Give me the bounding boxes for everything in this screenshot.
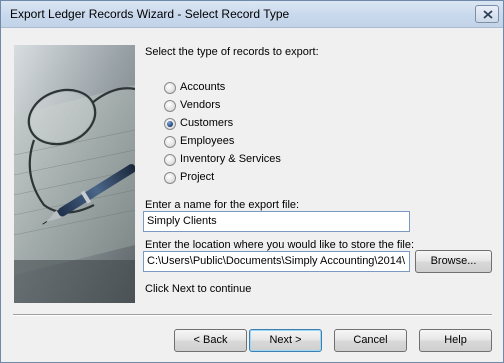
back-button[interactable]: < Back [174,329,247,352]
next-button[interactable]: Next > [249,329,322,352]
file-name-input[interactable]: Simply Clients [143,211,410,232]
radio-label: Accounts [180,81,226,93]
window-title: Export Ledger Records Wizard - Select Re… [10,7,290,21]
browse-button[interactable]: Browse... [415,250,492,273]
close-icon [483,10,493,19]
close-button[interactable] [475,5,499,23]
radio-label: Employees [180,135,235,147]
help-button[interactable]: Help [419,329,492,352]
radio-label: Inventory & Services [180,153,281,165]
radio-button[interactable] [164,154,176,166]
radio-button[interactable] [164,82,176,94]
file-name-label: Enter a name for the export file: [145,199,300,211]
wizard-illustration-image [14,45,135,303]
continue-hint: Click Next to continue [145,283,252,295]
location-label: Enter the location where you would like … [145,239,415,251]
radio-button[interactable] [164,100,176,112]
location-input[interactable]: C:\Users\Public\Documents\Simply Account… [143,251,410,272]
export-wizard-window: Export Ledger Records Wizard - Select Re… [0,0,504,363]
cancel-button[interactable]: Cancel [334,329,407,352]
record-type-prompt: Select the type of records to export: [145,46,319,58]
radio-button-selected[interactable] [164,118,176,130]
radio-button[interactable] [164,172,176,184]
radio-label: Project [180,171,215,183]
title-bar: Export Ledger Records Wizard - Select Re… [1,1,503,28]
separator [13,314,492,316]
radio-button[interactable] [164,136,176,148]
radio-label: Customers [180,117,234,129]
radio-label: Vendors [180,99,221,111]
